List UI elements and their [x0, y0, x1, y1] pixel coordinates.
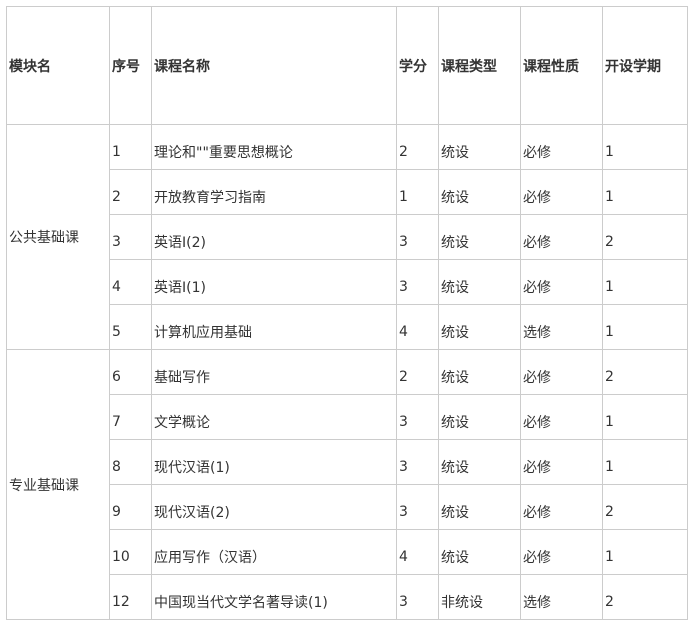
cell-nature: 必修 [520, 124, 603, 170]
cell-nature: 必修 [520, 214, 603, 260]
cell-name: 应用写作（汉语） [151, 529, 397, 575]
cell-nature: 必修 [520, 394, 603, 440]
cell-nature: 选修 [520, 574, 603, 620]
cell-term: 1 [602, 439, 688, 485]
cell-credit: 3 [396, 214, 439, 260]
table-row: 10 应用写作（汉语） 4 统设 必修 1 [7, 529, 688, 575]
cell-name: 计算机应用基础 [151, 304, 397, 350]
cell-seq: 3 [109, 214, 152, 260]
cell-name: 英语Ⅰ(1) [151, 259, 397, 305]
cell-name: 基础写作 [151, 349, 397, 395]
cell-name: 开放教育学习指南 [151, 169, 397, 215]
cell-nature: 必修 [520, 529, 603, 575]
table-row: 8 现代汉语(1) 3 统设 必修 1 [7, 439, 688, 485]
table-row: 2 开放教育学习指南 1 统设 必修 1 [7, 169, 688, 215]
cell-term: 1 [602, 259, 688, 305]
header-nature: 课程性质 [520, 6, 603, 125]
table-row: 5 计算机应用基础 4 统设 选修 1 [7, 304, 688, 350]
table-row: 9 现代汉语(2) 3 统设 必修 2 [7, 484, 688, 530]
cell-seq: 4 [109, 259, 152, 305]
table-row: 12 中国现当代文学名著导读(1) 3 非统设 选修 2 [7, 574, 688, 620]
cell-type: 非统设 [438, 574, 521, 620]
cell-seq: 5 [109, 304, 152, 350]
header-credit: 学分 [396, 6, 439, 125]
cell-name: 文学概论 [151, 394, 397, 440]
cell-nature: 必修 [520, 484, 603, 530]
header-type: 课程类型 [438, 6, 521, 125]
cell-name: 中国现当代文学名著导读(1) [151, 574, 397, 620]
cell-seq: 9 [109, 484, 152, 530]
header-row: 模块名 序号 课程名称 学分 课程类型 课程性质 开设学期 [6, 6, 688, 125]
cell-type: 统设 [438, 439, 521, 485]
cell-nature: 必修 [520, 169, 603, 215]
header-seq: 序号 [109, 6, 152, 125]
cell-credit: 3 [396, 259, 439, 305]
cell-seq: 6 [109, 349, 152, 395]
table-row: 7 文学概论 3 统设 必修 1 [7, 394, 688, 440]
cell-seq: 7 [109, 394, 152, 440]
cell-term: 1 [602, 304, 688, 350]
cell-nature: 必修 [520, 259, 603, 305]
cell-nature: 必修 [520, 349, 603, 395]
cell-seq: 8 [109, 439, 152, 485]
cell-type: 统设 [438, 529, 521, 575]
table-row: 4 英语Ⅰ(1) 3 统设 必修 1 [7, 259, 688, 305]
cell-term: 1 [602, 529, 688, 575]
cell-nature: 必修 [520, 439, 603, 485]
cell-name: 现代汉语(2) [151, 484, 397, 530]
cell-nature: 选修 [520, 304, 603, 350]
cell-credit: 4 [396, 529, 439, 575]
cell-type: 统设 [438, 124, 521, 170]
cell-credit: 3 [396, 439, 439, 485]
cell-type: 统设 [438, 349, 521, 395]
cell-term: 2 [602, 484, 688, 530]
module-cell: 专业基础课 [6, 349, 110, 620]
table-row: 3 英语Ⅰ(2) 3 统设 必修 2 [7, 214, 688, 260]
cell-credit: 3 [396, 484, 439, 530]
cell-seq: 12 [109, 574, 152, 620]
cell-type: 统设 [438, 304, 521, 350]
cell-name: 理论和""重要思想概论 [151, 124, 397, 170]
cell-term: 2 [602, 349, 688, 395]
cell-term: 2 [602, 214, 688, 260]
cell-term: 1 [602, 124, 688, 170]
cell-name: 现代汉语(1) [151, 439, 397, 485]
cell-seq: 10 [109, 529, 152, 575]
course-table: 模块名 序号 课程名称 学分 课程类型 课程性质 开设学期 公共基础课 1 理论和"… [6, 6, 688, 620]
cell-type: 统设 [438, 214, 521, 260]
cell-type: 统设 [438, 169, 521, 215]
cell-credit: 2 [396, 124, 439, 170]
cell-credit: 3 [396, 574, 439, 620]
header-name: 课程名称 [151, 6, 397, 125]
cell-term: 2 [602, 574, 688, 620]
cell-credit: 3 [396, 394, 439, 440]
cell-credit: 4 [396, 304, 439, 350]
cell-term: 1 [602, 169, 688, 215]
cell-type: 统设 [438, 394, 521, 440]
cell-type: 统设 [438, 484, 521, 530]
table-body: 公共基础课 1 理论和""重要思想概论 2 统设 必修 1 2 开放教育学习指南 1 统设 必修 1 3 英… [6, 124, 688, 620]
cell-credit: 1 [396, 169, 439, 215]
cell-term: 1 [602, 394, 688, 440]
cell-credit: 2 [396, 349, 439, 395]
table-row: 公共基础课 1 理论和""重要思想概论 2 统设 必修 1 [6, 124, 688, 350]
cell-seq: 2 [109, 169, 152, 215]
header-term: 开设学期 [602, 6, 688, 125]
table-row: 专业基础课 6 基础写作 2 统设 必修 2 [6, 349, 688, 620]
header-module: 模块名 [6, 6, 110, 125]
cell-name: 英语Ⅰ(2) [151, 214, 397, 260]
module-cell: 公共基础课 [6, 124, 110, 350]
cell-seq: 1 [109, 124, 152, 170]
cell-type: 统设 [438, 259, 521, 305]
